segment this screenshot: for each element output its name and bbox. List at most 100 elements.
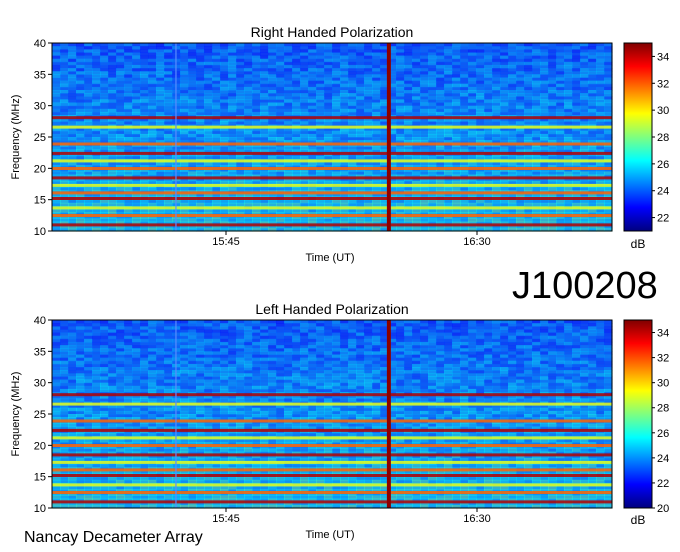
spectrogram-cell xyxy=(108,398,117,402)
spectrogram-cell xyxy=(316,55,325,60)
spectrogram-cell xyxy=(60,93,69,97)
spectrogram-cell xyxy=(108,332,117,337)
spectrogram-cell xyxy=(356,74,365,78)
spectrogram-cell xyxy=(140,64,149,69)
spectrogram-cell xyxy=(156,46,165,50)
spectrogram-cell xyxy=(76,187,85,191)
spectrogram-cell xyxy=(228,83,237,88)
spectrogram-cell xyxy=(452,130,461,135)
spectrogram-cell xyxy=(100,64,109,69)
interference-band xyxy=(52,223,612,227)
spectrogram-cell xyxy=(108,388,117,393)
spectrogram-cell xyxy=(292,46,301,50)
spectrogram-cell xyxy=(420,64,429,69)
spectrogram-cell xyxy=(276,121,285,125)
spectrogram-cell xyxy=(500,130,509,135)
spectrogram-cell xyxy=(324,93,333,97)
spectrogram-cell xyxy=(212,111,221,116)
spectrogram-cell xyxy=(228,93,237,97)
spectrogram-cell xyxy=(292,93,301,97)
spectrogram-cell xyxy=(396,83,405,88)
spectrogram-cell xyxy=(92,360,101,365)
spectrogram-cell xyxy=(316,74,325,78)
spectrogram-cell xyxy=(348,46,357,50)
spectrogram-cell xyxy=(460,93,469,97)
spectrogram-cell xyxy=(436,74,445,78)
spectrogram-cell xyxy=(92,111,101,116)
spectrogram-cell xyxy=(196,93,205,97)
spectrogram-cell xyxy=(324,121,333,125)
spectrogram-cell xyxy=(68,121,77,125)
spectrogram-cell xyxy=(140,464,149,468)
spectrogram-cell xyxy=(580,130,589,135)
spectrogram-cell xyxy=(100,360,109,365)
spectrogram-cell xyxy=(572,121,581,125)
spectrogram-cell xyxy=(180,46,189,50)
spectrogram-cell xyxy=(492,64,501,69)
spectrogram-cell xyxy=(404,83,413,88)
spectrogram-cell xyxy=(60,464,69,468)
spectrogram-cell xyxy=(420,130,429,135)
spectrogram-cell xyxy=(444,83,453,88)
spectrogram-cell xyxy=(140,121,149,125)
spectrogram-cell xyxy=(252,187,261,191)
spectrogram-cell xyxy=(140,102,149,107)
spectrogram-cell xyxy=(60,55,69,60)
spectrogram-cell xyxy=(436,83,445,88)
spectrogram-cell xyxy=(452,121,461,125)
spectrogram-cell xyxy=(580,111,589,116)
spectrogram-cell xyxy=(220,74,229,78)
spectrogram-cell xyxy=(460,74,469,78)
spectrogram-cell xyxy=(508,93,517,97)
spectrogram-cell xyxy=(60,398,69,402)
spectrogram-cell xyxy=(188,187,197,191)
spectrogram-cell xyxy=(108,74,117,78)
spectrogram-cell xyxy=(76,102,85,107)
spectrogram-cell xyxy=(60,332,69,337)
spectrogram-cell xyxy=(60,360,69,365)
spectrogram-cell xyxy=(396,64,405,69)
spectrogram-cell xyxy=(436,55,445,60)
spectrogram-cell xyxy=(332,46,341,50)
spectrogram-cell xyxy=(308,102,317,107)
spectrogram-cell xyxy=(124,407,133,412)
spectrogram-cell xyxy=(484,74,493,78)
spectrogram-cell xyxy=(404,102,413,107)
spectrogram-cell xyxy=(548,187,557,191)
spectrogram-cell xyxy=(164,93,173,97)
spectrogram-cell xyxy=(148,64,157,69)
spectrogram-cell xyxy=(316,83,325,88)
spectrogram-cell xyxy=(604,46,613,50)
spectrogram-cell xyxy=(540,130,549,135)
spectrogram-cell xyxy=(132,55,141,60)
spectrogram-cell xyxy=(116,46,125,50)
spectrogram-cell xyxy=(220,111,229,116)
spectrogram-cell xyxy=(452,83,461,88)
spectrogram-cell xyxy=(372,74,381,78)
spectrogram-cell xyxy=(484,111,493,116)
spectrogram-cell xyxy=(292,83,301,88)
spectrogram-cell xyxy=(308,93,317,97)
spectrogram-cell xyxy=(116,93,125,97)
spectrogram-cell xyxy=(460,55,469,60)
spectrogram-cell xyxy=(108,360,117,365)
spectrogram-cell xyxy=(124,360,133,365)
spectrogram-cell xyxy=(228,64,237,69)
spectrogram-cell xyxy=(332,111,341,116)
spectrogram-cell xyxy=(220,121,229,125)
spectrogram-cell xyxy=(60,323,69,327)
spectrogram-cell xyxy=(556,102,565,107)
spectrogram-cell xyxy=(500,111,509,116)
spectrogram-cell xyxy=(356,187,365,191)
spectrogram-cell xyxy=(580,64,589,69)
spectrogram-cell xyxy=(580,187,589,191)
spectrogram-cell xyxy=(284,121,293,125)
spectrogram-cell xyxy=(92,187,101,191)
spectrogram-cell xyxy=(460,64,469,69)
spectrogram-cell xyxy=(244,83,253,88)
spectrogram-cell xyxy=(156,102,165,107)
spectrogram-cell xyxy=(524,46,533,50)
spectrogram-cell xyxy=(84,111,93,116)
spectrogram-cell xyxy=(252,121,261,125)
interference-band xyxy=(52,142,612,146)
